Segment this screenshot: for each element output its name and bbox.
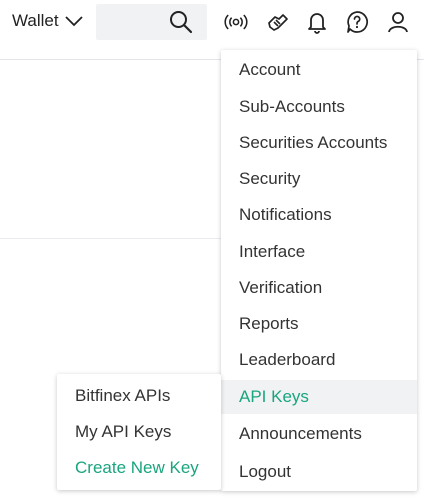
menu-item-logout[interactable]: Logout [221, 455, 417, 489]
account-dropdown-menu: Account Sub-Accounts Securities Accounts… [221, 50, 417, 491]
menu-item-account[interactable]: Account [221, 53, 417, 87]
menu-item-security[interactable]: Security [221, 162, 417, 196]
wallet-label: Wallet [12, 11, 59, 30]
menu-item-leaderboard[interactable]: Leaderboard [221, 343, 417, 377]
menu-item-securities-accounts[interactable]: Securities Accounts [221, 126, 417, 160]
menu-item-api-keys[interactable]: API Keys [221, 380, 417, 414]
wallet-dropdown[interactable]: Wallet [12, 9, 83, 33]
menu-item-interface[interactable]: Interface [221, 235, 417, 269]
content-divider [0, 238, 222, 239]
submenu-item-my-api-keys[interactable]: My API Keys [57, 415, 221, 449]
menu-item-notifications[interactable]: Notifications [221, 198, 417, 232]
submenu-item-bitfinex-apis[interactable]: Bitfinex APIs [57, 379, 221, 413]
menu-item-verification[interactable]: Verification [221, 271, 417, 305]
user-icon[interactable] [385, 9, 411, 35]
bell-icon[interactable] [304, 9, 330, 35]
search-input[interactable] [96, 4, 207, 40]
top-bar: Wallet [0, 0, 424, 44]
menu-item-announcements[interactable]: Announcements [221, 417, 417, 451]
handshake-icon[interactable] [265, 9, 291, 35]
menu-item-sub-accounts[interactable]: Sub-Accounts [221, 90, 417, 124]
live-signal-icon[interactable] [223, 9, 249, 35]
menu-item-reports[interactable]: Reports [221, 307, 417, 341]
api-keys-submenu: Bitfinex APIs My API Keys Create New Key [57, 374, 221, 490]
submenu-item-create-new-key[interactable]: Create New Key [57, 451, 221, 485]
chevron-down-icon [64, 15, 83, 27]
help-icon[interactable] [344, 9, 370, 35]
search-icon[interactable] [169, 10, 193, 39]
